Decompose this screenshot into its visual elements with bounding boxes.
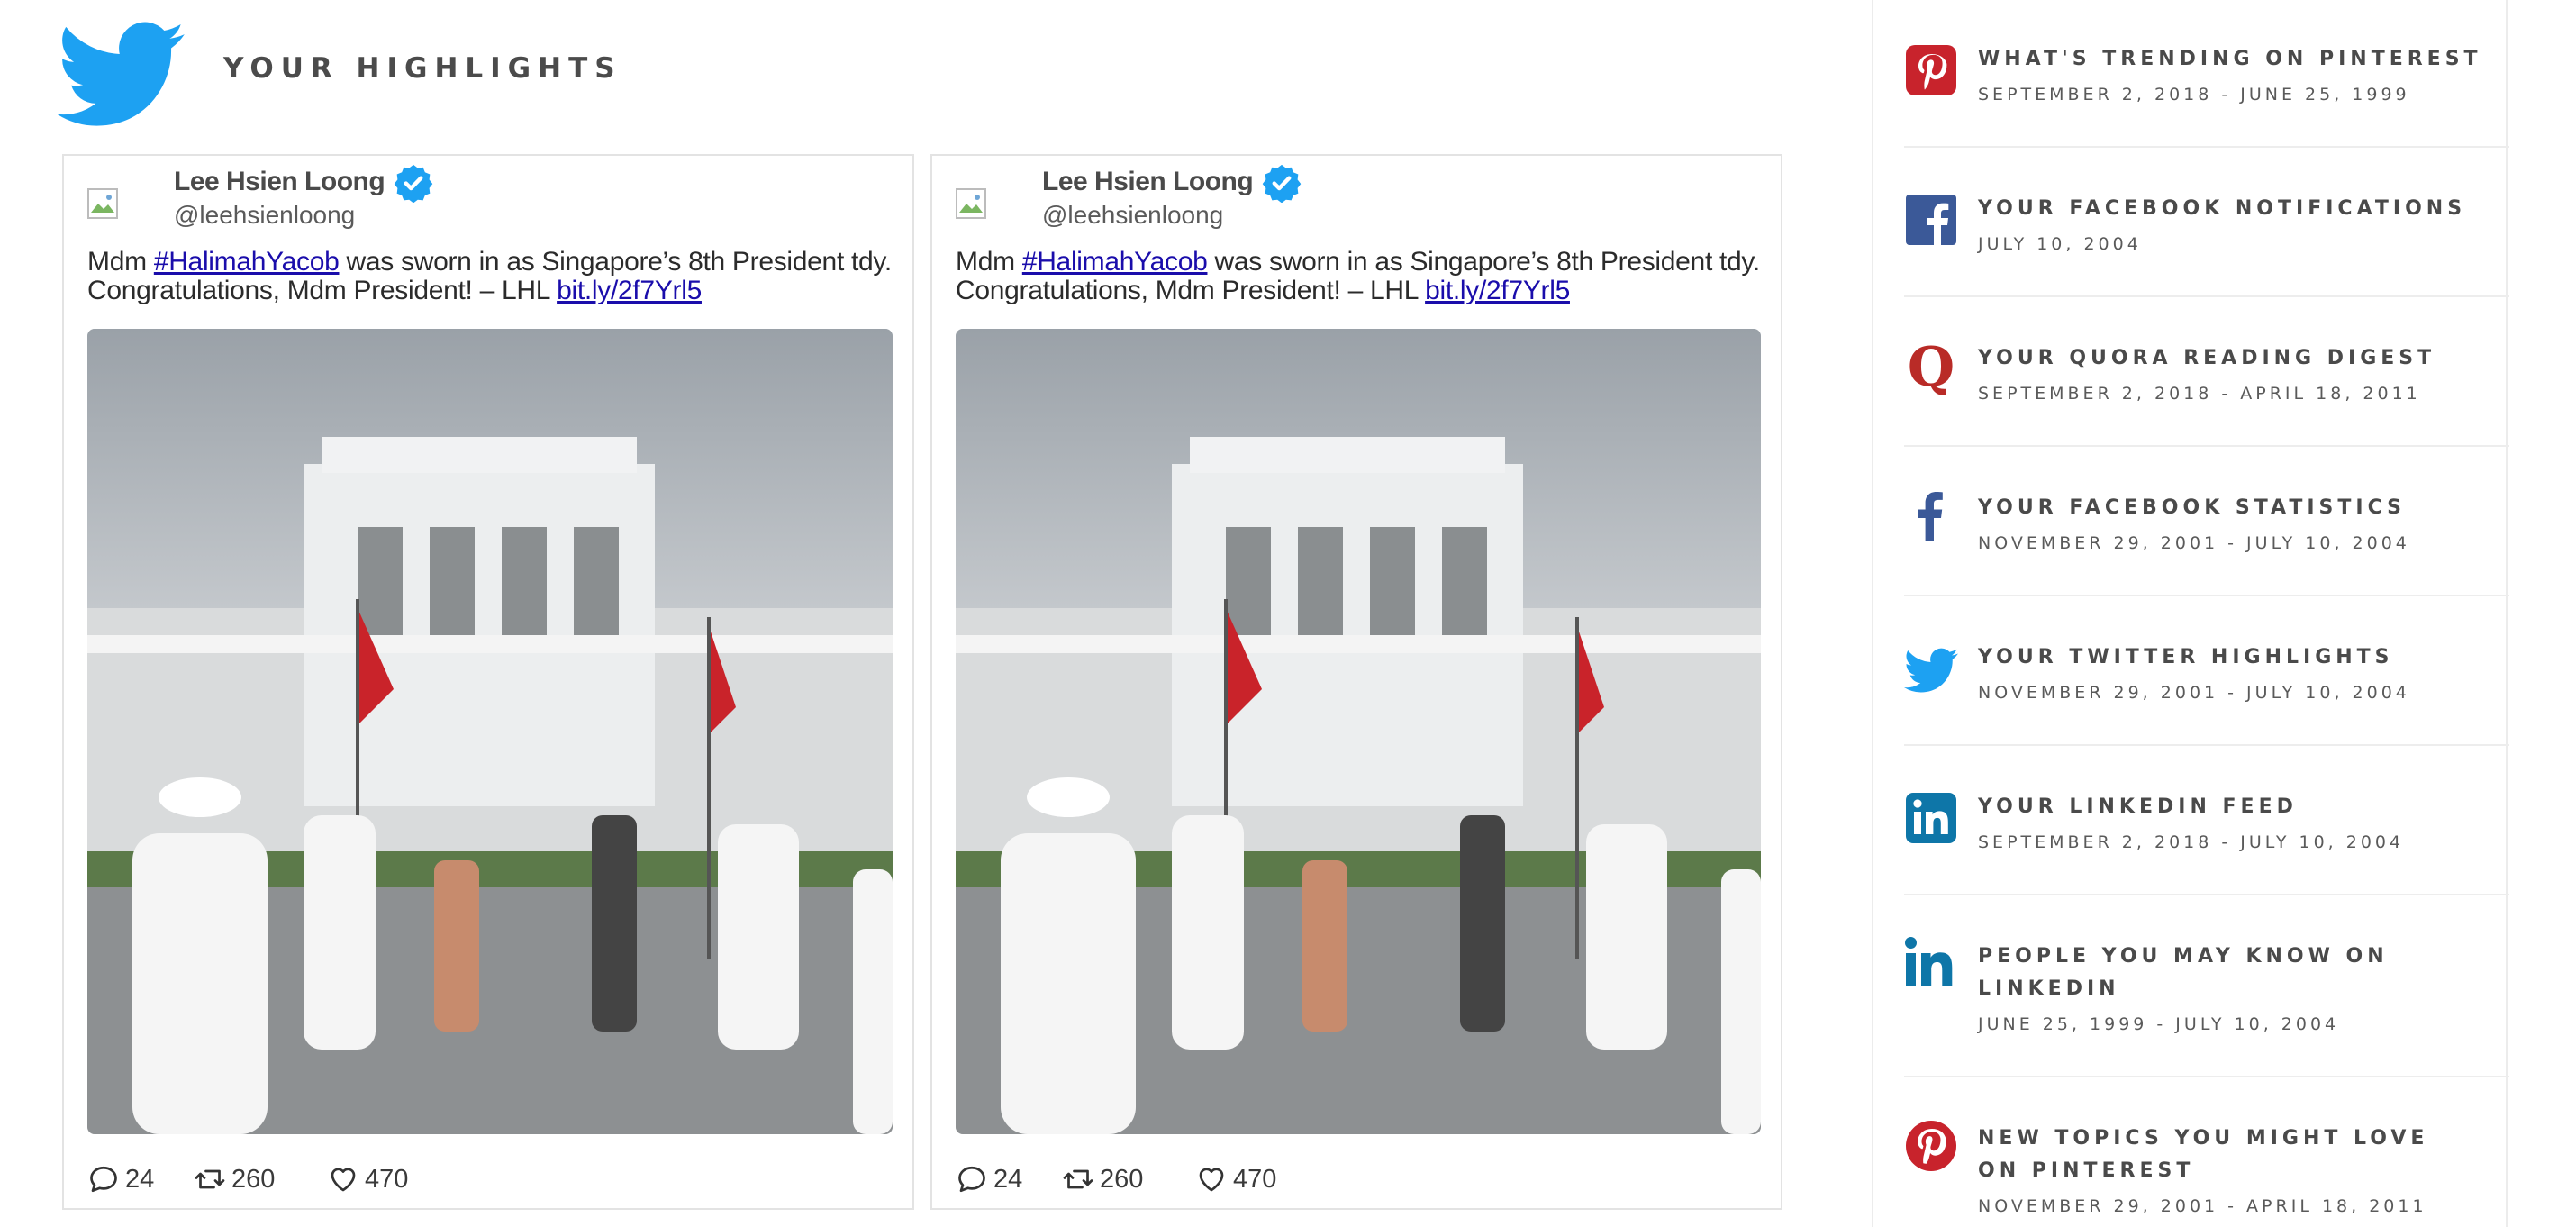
sidebar-item-twitter-highlights[interactable]: YOUR TWITTER HIGHLIGHTS NOVEMBER 29, 200…	[1904, 596, 2509, 746]
retweet-button[interactable]: 260	[1062, 1161, 1143, 1197]
sidebar-item-linkedin-people[interactable]: PEOPLE YOU MAY KNOW ON LINKEDIN JUNE 25,…	[1904, 895, 2509, 1077]
sidebar-item-title: YOUR TWITTER HIGHLIGHTS	[1978, 646, 2394, 668]
retweet-button[interactable]: 260	[194, 1161, 275, 1197]
author-name[interactable]: Lee Hsien Loong	[174, 167, 385, 197]
tweet-text-part: Mdm	[956, 247, 1022, 277]
sidebar-item-title: YOUR FACEBOOK NOTIFICATIONS	[1978, 197, 2467, 220]
tweet-card[interactable]: Lee Hsien Loong @leehsienloong Mdm #Hali…	[930, 154, 1782, 1210]
avatar-broken-image-icon	[87, 188, 118, 219]
sidebar-item-title: PEOPLE YOU MAY KNOW ON LINKEDIN	[1978, 945, 2389, 1000]
author-handle[interactable]: @leehsienloong	[174, 201, 355, 230]
sidebar-item-title: WHAT'S TRENDING ON PINTEREST	[1978, 48, 2482, 70]
reply-count: 24	[125, 1164, 155, 1194]
sidebar-item-title: NEW TOPICS YOU MIGHT LOVE ON PINTEREST	[1978, 1127, 2429, 1182]
pinterest-icon	[1906, 45, 1956, 95]
quora-icon: Q	[1908, 341, 1955, 395]
like-button[interactable]: 470	[327, 1161, 408, 1197]
tweet-actions: 24 260 470	[87, 1161, 628, 1197]
sidebar-item-linkedin-feed[interactable]: YOUR LINKEDIN FEED SEPTEMBER 2, 2018 - J…	[1904, 746, 2509, 895]
reply-icon	[90, 1166, 117, 1193]
retweet-icon	[1063, 1169, 1093, 1189]
sidebar-item-date: JUNE 25, 1999 - JULY 10, 2004	[1978, 1014, 2340, 1034]
sidebar-item-facebook-notifications[interactable]: YOUR FACEBOOK NOTIFICATIONS JULY 10, 200…	[1904, 148, 2509, 297]
heart-icon	[331, 1168, 356, 1192]
sidebar-item-pinterest-trending[interactable]: WHAT'S TRENDING ON PINTEREST SEPTEMBER 2…	[1904, 0, 2509, 148]
like-button[interactable]: 470	[1195, 1161, 1276, 1197]
retweet-icon	[195, 1169, 225, 1189]
sidebar-item-date: SEPTEMBER 2, 2018 - APRIL 18, 2011	[1978, 384, 2421, 404]
tweet-text: Mdm #HalimahYacob was sworn in as Singap…	[87, 248, 898, 305]
reply-count: 24	[993, 1164, 1023, 1194]
short-link[interactable]: bit.ly/2f7Yrl5	[1425, 276, 1570, 305]
tweet-photo[interactable]	[87, 329, 893, 1134]
reply-button[interactable]: 24	[956, 1161, 1022, 1197]
verified-badge-icon	[1262, 164, 1302, 203]
retweet-count: 260	[1100, 1164, 1144, 1194]
retweet-count: 260	[231, 1164, 276, 1194]
sidebar-item-date: SEPTEMBER 2, 2018 - JULY 10, 2004	[1978, 832, 2405, 852]
facebook-square-icon	[1906, 195, 1956, 245]
tweet-actions: 24 260 470	[956, 1161, 1496, 1197]
author-handle[interactable]: @leehsienloong	[1042, 201, 1223, 230]
sidebar-item-title: YOUR QUORA READING DIGEST	[1978, 347, 2436, 369]
linkedin-in-icon	[1905, 937, 1953, 986]
highlights-sidebar: WHAT'S TRENDING ON PINTEREST SEPTEMBER 2…	[1872, 0, 2509, 1227]
sidebar-item-date: SEPTEMBER 2, 2018 - JUNE 25, 1999	[1978, 85, 2410, 105]
sidebar-item-pinterest-topics[interactable]: NEW TOPICS YOU MIGHT LOVE ON PINTEREST N…	[1904, 1077, 2509, 1227]
sidebar-item-date: JULY 10, 2004	[1978, 234, 2142, 254]
linkedin-square-icon	[1906, 793, 1956, 843]
svg-text:Q: Q	[1908, 341, 1955, 395]
sidebar-item-facebook-statistics[interactable]: YOUR FACEBOOK STATISTICS NOVEMBER 29, 20…	[1904, 447, 2509, 596]
sidebar-item-title: YOUR FACEBOOK STATISTICS	[1978, 496, 2406, 519]
sidebar-item-title: YOUR LINKEDIN FEED	[1978, 795, 2298, 818]
author-name[interactable]: Lee Hsien Loong	[1042, 167, 1254, 197]
tweet-card[interactable]: Lee Hsien Loong @leehsienloong Mdm #Hali…	[62, 154, 914, 1210]
reply-button[interactable]: 24	[87, 1161, 154, 1197]
verified-badge-icon	[394, 164, 433, 203]
tweet-photo[interactable]	[956, 329, 1761, 1134]
tweet-text: Mdm #HalimahYacob was sworn in as Singap…	[956, 248, 1766, 305]
sidebar-item-date: NOVEMBER 29, 2001 - APRIL 18, 2011	[1978, 1196, 2427, 1216]
sidebar-item-quora-digest[interactable]: Q YOUR QUORA READING DIGEST SEPTEMBER 2,…	[1904, 297, 2509, 447]
like-count: 470	[1233, 1164, 1277, 1194]
page-title: YOUR HIGHLIGHTS	[223, 52, 622, 85]
pinterest-circle-icon	[1906, 1121, 1956, 1171]
reply-icon	[958, 1166, 985, 1193]
hashtag-link[interactable]: #HalimahYacob	[1022, 247, 1208, 277]
facebook-f-icon	[1918, 492, 1943, 541]
hashtag-link[interactable]: #HalimahYacob	[154, 247, 340, 277]
short-link[interactable]: bit.ly/2f7Yrl5	[557, 276, 702, 305]
twitter-icon	[1904, 648, 1958, 693]
avatar-broken-image-icon	[956, 188, 986, 219]
tweet-text-part: Mdm	[87, 247, 154, 277]
heart-icon	[1199, 1168, 1224, 1192]
like-count: 470	[365, 1164, 409, 1194]
sidebar-item-date: NOVEMBER 29, 2001 - JULY 10, 2004	[1978, 683, 2410, 703]
twitter-bird-icon	[57, 22, 185, 126]
sidebar-item-date: NOVEMBER 29, 2001 - JULY 10, 2004	[1978, 533, 2410, 553]
